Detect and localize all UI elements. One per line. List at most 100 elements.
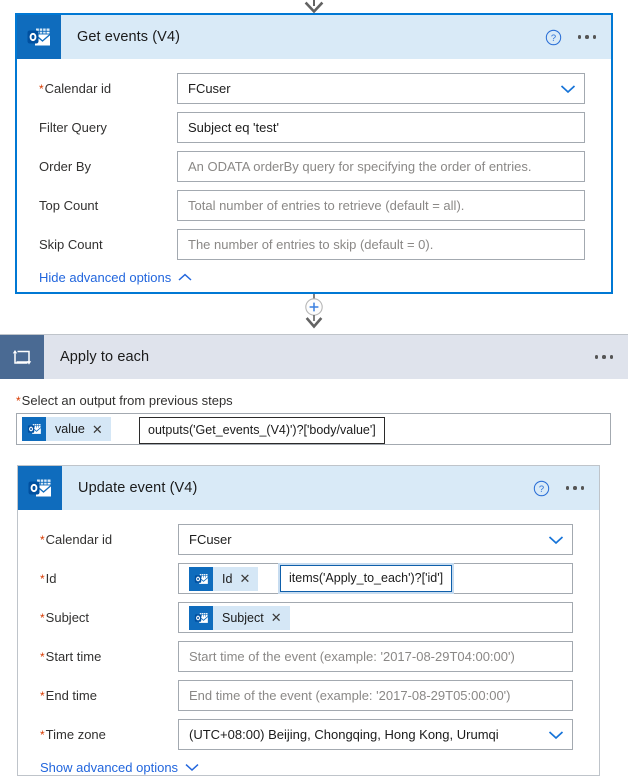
field-row-subject: * Subject Subject ✕: [18, 602, 599, 633]
chevron-down-icon: [185, 764, 199, 772]
select-output-input[interactable]: value ✕ outputs('Get_events_(V4)')?['bod…: [16, 413, 611, 445]
apply-to-each-header[interactable]: Apply to each: [0, 335, 628, 379]
outlook-icon: [189, 566, 213, 591]
subject-input[interactable]: Subject ✕: [178, 602, 573, 633]
required-asterisk: *: [40, 611, 45, 625]
loop-repeat-icon: [0, 335, 44, 379]
required-asterisk: *: [40, 533, 45, 547]
field-row-start-time: *Start time Start time of the event (exa…: [18, 641, 599, 672]
connector-top: [0, 0, 628, 14]
calendar-id-dropdown[interactable]: FCuser: [177, 73, 585, 104]
order-by-placeholder: An ODATA orderBy query for specifying th…: [188, 159, 532, 174]
skip-count-input[interactable]: The number of entries to skip (default =…: [177, 229, 585, 260]
field-row-end-time: *End time End time of the event (example…: [18, 680, 599, 711]
field-label-filter-query: Filter Query: [39, 120, 107, 135]
apply-to-each-card[interactable]: Apply to each *Select an output from pre…: [0, 334, 628, 783]
field-label-time-zone: *Time zone: [40, 727, 106, 742]
chevron-down-icon: [560, 84, 576, 93]
token-chip-subject-label: Subject: [222, 610, 264, 625]
token-chip-label: value: [55, 422, 85, 436]
get-events-card-actions: ?: [545, 29, 596, 46]
field-row-update-calendar-id: *Calendar id FCuser: [18, 524, 599, 555]
field-row-id: * Id Id ✕ items('Apply_to_each')?['id']: [18, 563, 599, 594]
field-label-update-calendar-id: *Calendar id: [40, 532, 113, 547]
field-label-order-by: Order By: [39, 159, 92, 174]
required-asterisk: *: [39, 82, 44, 96]
required-asterisk: *: [40, 689, 45, 703]
order-by-input[interactable]: An ODATA orderBy query for specifying th…: [177, 151, 585, 182]
get-events-card[interactable]: Get events (V4) ? *Calendar id FCuser Fi…: [15, 13, 613, 294]
select-output-label: *Select an output from previous steps: [16, 393, 233, 408]
get-events-card-header[interactable]: Get events (V4) ?: [17, 15, 611, 59]
update-event-card[interactable]: Update event (V4) ? *Calendar id FCuser …: [17, 465, 600, 776]
token-chip-value[interactable]: value ✕: [22, 417, 111, 441]
end-time-input[interactable]: End time of the event (example: '2017-08…: [178, 680, 573, 711]
start-time-placeholder: Start time of the event (example: '2017-…: [189, 649, 515, 664]
field-label-end-time: *End time: [40, 688, 97, 703]
token-chip-subject[interactable]: Subject ✕: [189, 605, 290, 630]
outlook-icon: [18, 466, 62, 510]
get-events-card-title: Get events (V4): [77, 29, 181, 45]
more-menu-icon[interactable]: [594, 355, 613, 359]
field-row-filter-query: Filter Query Subject eq 'test': [17, 112, 611, 143]
select-output-input-wrap: value ✕ outputs('Get_events_(V4)')?['bod…: [0, 413, 628, 445]
chevron-down-icon: [548, 730, 564, 739]
field-row-top-count: Top Count Total number of entries to ret…: [17, 190, 611, 221]
update-event-actions: ?: [533, 480, 584, 497]
time-zone-value: (UTC+08:00) Beijing, Chongqing, Hong Kon…: [189, 727, 499, 742]
remove-token-icon[interactable]: ✕: [239, 572, 258, 585]
remove-token-icon[interactable]: ✕: [92, 423, 111, 436]
filter-query-input[interactable]: Subject eq 'test': [177, 112, 585, 143]
chevron-up-icon: [178, 273, 192, 281]
top-count-input[interactable]: Total number of entries to retrieve (def…: [177, 190, 585, 221]
required-asterisk: *: [16, 394, 21, 408]
update-event-form: *Calendar id FCuser * Id Id ✕ items('Appl…: [18, 510, 599, 775]
field-label-calendar-id: *Calendar id: [39, 81, 112, 96]
top-count-placeholder: Total number of entries to retrieve (def…: [188, 198, 465, 213]
outlook-icon: [189, 605, 213, 630]
field-row-time-zone: *Time zone (UTC+08:00) Beijing, Chongqin…: [18, 719, 599, 750]
filter-query-value: Subject eq 'test': [188, 120, 279, 135]
field-label-subject: *Subject: [40, 610, 90, 625]
svg-text:?: ?: [538, 483, 543, 494]
expression-tooltip: outputs('Get_events_(V4)')?['body/value'…: [139, 417, 385, 444]
add-step-plus-icon: [305, 298, 323, 316]
help-icon[interactable]: ?: [545, 29, 562, 46]
hide-advanced-options-label: Hide advanced options: [39, 270, 172, 285]
token-chip-id[interactable]: Id ✕: [189, 566, 259, 591]
end-time-placeholder: End time of the event (example: '2017-08…: [189, 688, 511, 703]
id-input[interactable]: Id ✕ items('Apply_to_each')?['id']: [178, 563, 573, 594]
outlook-icon: [22, 417, 46, 441]
skip-count-placeholder: The number of entries to skip (default =…: [188, 237, 434, 252]
outlook-icon: [17, 15, 61, 59]
field-label-id: *Id: [40, 571, 57, 586]
time-zone-dropdown[interactable]: (UTC+08:00) Beijing, Chongqing, Hong Kon…: [178, 719, 573, 750]
show-advanced-options-label: Show advanced options: [40, 760, 179, 775]
more-menu-icon[interactable]: [565, 486, 584, 490]
calendar-id-value: FCuser: [188, 81, 231, 96]
field-row-skip-count: Skip Count The number of entries to skip…: [17, 229, 611, 260]
show-advanced-options-link[interactable]: Show advanced options: [18, 760, 199, 775]
field-row-order-by: Order By An ODATA orderBy query for spec…: [17, 151, 611, 182]
field-row-calendar-id: *Calendar id FCuser: [17, 73, 611, 104]
start-time-input[interactable]: Start time of the event (example: '2017-…: [178, 641, 573, 672]
apply-to-each-body: *Select an output from previous steps va…: [0, 379, 628, 776]
connector-add-step: [0, 294, 628, 332]
help-icon[interactable]: ?: [533, 480, 550, 497]
required-asterisk: *: [40, 572, 45, 586]
field-label-start-time: *Start time: [40, 649, 102, 664]
more-menu-icon[interactable]: [577, 35, 596, 39]
update-calendar-id-dropdown[interactable]: FCuser: [178, 524, 573, 555]
update-event-title: Update event (V4): [78, 480, 198, 496]
remove-token-icon[interactable]: ✕: [271, 611, 290, 624]
field-label-top-count: Top Count: [39, 198, 99, 213]
svg-text:?: ?: [550, 32, 555, 43]
hide-advanced-options-link[interactable]: Hide advanced options: [17, 270, 192, 285]
arrow-down-icon: [304, 0, 324, 14]
update-event-header[interactable]: Update event (V4) ?: [18, 466, 599, 510]
field-label-skip-count: Skip Count: [39, 237, 103, 252]
token-chip-id-label: Id: [222, 571, 233, 586]
update-calendar-id-value: FCuser: [189, 532, 232, 547]
apply-to-each-actions: [594, 355, 613, 359]
get-events-form: *Calendar id FCuser Filter Query Subject…: [17, 59, 611, 285]
